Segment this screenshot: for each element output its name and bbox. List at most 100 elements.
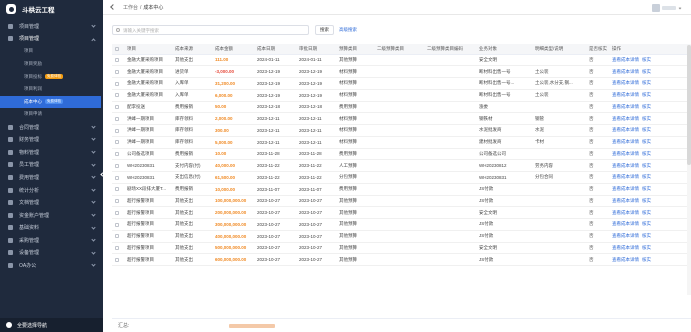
search-button[interactable]: 搜索 [315, 25, 334, 35]
view-detail-link[interactable]: 查看成本详情 [612, 104, 639, 109]
table-row[interactable]: WH20230831 支出信息(付) 61,500.00 2023-11-22 2023… [112, 171, 691, 184]
row-select-cell[interactable] [112, 101, 124, 114]
row-checkbox[interactable] [115, 140, 119, 145]
row-select-cell[interactable] [112, 112, 124, 125]
row-select-cell[interactable] [112, 230, 124, 243]
select-all-cell[interactable] [112, 44, 124, 55]
sidebar-subitem[interactable]: 项目申请 [0, 108, 103, 121]
sidebar-item[interactable]: 合同管理 [0, 121, 103, 134]
table-row[interactable]: 洪峰一期项目 库存领料 2,000.00 2023-12-11 2023-12-11 材料… [112, 112, 691, 125]
view-detail-link[interactable]: 查看成本详情 [612, 92, 639, 97]
verify-link[interactable]: 核实 [642, 221, 651, 226]
breadcrumb-home[interactable]: 工作台 [123, 5, 138, 11]
sidebar-item[interactable]: 项目管理 [0, 33, 103, 46]
verify-link[interactable]: 核实 [642, 198, 651, 203]
row-select-cell[interactable] [112, 65, 124, 78]
row-checkbox[interactable] [115, 116, 119, 121]
column-header[interactable]: 审批日期 [296, 44, 336, 55]
column-header[interactable]: 明细类型/说明 [532, 44, 586, 55]
sidebar-item[interactable]: 物料管理 [0, 146, 103, 159]
view-detail-link[interactable]: 查看成本详情 [612, 233, 639, 238]
sidebar-item[interactable]: 员工管理 [0, 159, 103, 172]
column-header[interactable]: 操作 [609, 44, 691, 55]
vertical-scrollbar[interactable] [687, 45, 691, 295]
table-row[interactable]: 金融大厦采购项目 其他支出 111.00 2024-01-11 2024-01-11 其他… [112, 54, 691, 67]
column-header[interactable]: 二级预算类目 [374, 44, 424, 55]
table-row[interactable]: 洪峰一期项目 库存领料 300.00 2023-12-11 2023-12-11 材料预算… [112, 124, 691, 137]
row-select-cell[interactable] [112, 136, 124, 149]
table-row[interactable]: 剧场XX段排大厦T... 费用报销 10,000.00 2023-11-07 2023-… [112, 183, 691, 196]
table-row[interactable]: 金融大厦采购项目 入库单 31,200.00 2023-12-19 2023-12-19… [112, 77, 691, 90]
row-select-cell[interactable] [112, 89, 124, 102]
row-checkbox[interactable] [115, 58, 119, 63]
view-detail-link[interactable]: 查看成本详情 [612, 139, 639, 144]
row-checkbox[interactable] [115, 175, 119, 180]
back-icon[interactable] [110, 4, 116, 10]
row-select-cell[interactable] [112, 159, 124, 172]
verify-link[interactable]: 核实 [642, 116, 651, 121]
verify-link[interactable]: 核实 [642, 233, 651, 238]
row-select-cell[interactable] [112, 195, 124, 208]
view-detail-link[interactable]: 查看成本详情 [612, 69, 639, 74]
column-header[interactable]: 业务对象 [476, 44, 532, 55]
app-logo-row[interactable]: 斗栱云工程 [0, 0, 103, 18]
view-detail-link[interactable]: 查看成本详情 [612, 174, 639, 179]
row-select-cell[interactable] [112, 218, 124, 231]
table-row[interactable]: 金融大厦采购项目 入库单 6,000.00 2023-12-19 2023-12-19 材… [112, 89, 691, 102]
row-checkbox[interactable] [115, 199, 119, 204]
table-row[interactable]: 超行报警项目 其他支出 300,000,000.00 2023-10-27 2023-1… [112, 218, 691, 231]
user-menu[interactable] [652, 4, 682, 12]
sidebar-item[interactable]: 基础资料 [0, 222, 103, 235]
verify-link[interactable]: 核实 [642, 139, 651, 144]
row-checkbox[interactable] [115, 187, 119, 192]
verify-link[interactable]: 核实 [642, 127, 651, 132]
select-all-checkbox[interactable] [115, 47, 119, 52]
sidebar-item[interactable]: 统计分析 [0, 184, 103, 197]
table-row[interactable]: 洪峰一期项目 库存领料 5,000.00 2023-12-11 2023-12-11 材料… [112, 136, 691, 149]
verify-link[interactable]: 核实 [642, 210, 651, 215]
sidebar-item[interactable]: 财务管理 [0, 133, 103, 146]
sidebar-subitem[interactable]: 成本中心 免费体验 [0, 95, 101, 109]
view-detail-link[interactable]: 查看成本详情 [612, 163, 639, 168]
table-row[interactable]: 超行报警项目 其他支出 200,000,000.00 2023-10-27 2023-1… [112, 206, 691, 219]
verify-link[interactable]: 核实 [642, 163, 651, 168]
verify-link[interactable]: 核实 [642, 80, 651, 85]
row-checkbox[interactable] [115, 222, 119, 227]
table-row[interactable]: 超行报警项目 其他支出 400,000,000.00 2023-10-27 2023-1… [112, 230, 691, 243]
row-select-cell[interactable] [112, 183, 124, 196]
table-row[interactable]: 超行报警项目 其他支出 500,000,000.00 2023-10-27 2023-1… [112, 242, 691, 255]
verify-link[interactable]: 核实 [642, 245, 651, 250]
sidebar-subitem[interactable]: 项目 [0, 45, 103, 58]
column-header[interactable]: 是否核实 [586, 44, 609, 55]
row-checkbox[interactable] [115, 105, 119, 110]
view-detail-link[interactable]: 查看成本详情 [612, 57, 639, 62]
verify-link[interactable]: 核实 [642, 257, 651, 262]
table-row[interactable]: 公司备选项目 费用报销 10.00 2023-11-28 2023-11-28 费用预算公… [112, 148, 691, 161]
view-detail-link[interactable]: 查看成本详情 [612, 80, 639, 85]
verify-link[interactable]: 核实 [642, 104, 651, 109]
row-checkbox[interactable] [115, 152, 119, 157]
sidebar-item[interactable]: 项目管理 [0, 20, 103, 33]
row-checkbox[interactable] [115, 163, 119, 168]
column-header[interactable]: 成本来源 [172, 44, 212, 55]
row-checkbox[interactable] [115, 234, 119, 239]
view-detail-link[interactable]: 查看成本详情 [612, 221, 639, 226]
view-detail-link[interactable]: 查看成本详情 [612, 151, 639, 156]
table-row[interactable]: WH20230831 支付内容(付) 40,000.00 2023-11-22 2023… [112, 159, 691, 172]
row-checkbox[interactable] [115, 210, 119, 215]
column-header[interactable]: 成本日期 [254, 44, 296, 55]
view-detail-link[interactable]: 查看成本详情 [612, 116, 639, 121]
verify-link[interactable]: 核实 [642, 174, 651, 179]
table-row[interactable]: 金融大厦采购项目 进货单 -3,000.00 2023-12-19 2023-12-19… [112, 65, 691, 78]
table-row[interactable]: 配李投送 费用报销 50.00 2023-12-18 2023-12-18 费用预算 涨委否… [112, 101, 691, 114]
search-box[interactable] [112, 25, 309, 35]
table-row[interactable]: 超行报警项目 其他支出 600,000,000.00 2023-10-27 2023-1… [112, 253, 691, 266]
sidebar-subitem[interactable]: 项目利润 [0, 83, 103, 96]
row-checkbox[interactable] [115, 69, 119, 74]
sidebar-subitem[interactable]: 项目奖励 [0, 58, 103, 71]
row-select-cell[interactable] [112, 77, 124, 90]
table-row[interactable]: 超行报警项目 其他支出 100,000,000.00 2023-10-27 2023-1… [112, 195, 691, 208]
view-detail-link[interactable]: 查看成本详情 [612, 198, 639, 203]
verify-link[interactable]: 核实 [642, 69, 651, 74]
sidebar-item[interactable]: 资金账户管理 [0, 209, 103, 222]
